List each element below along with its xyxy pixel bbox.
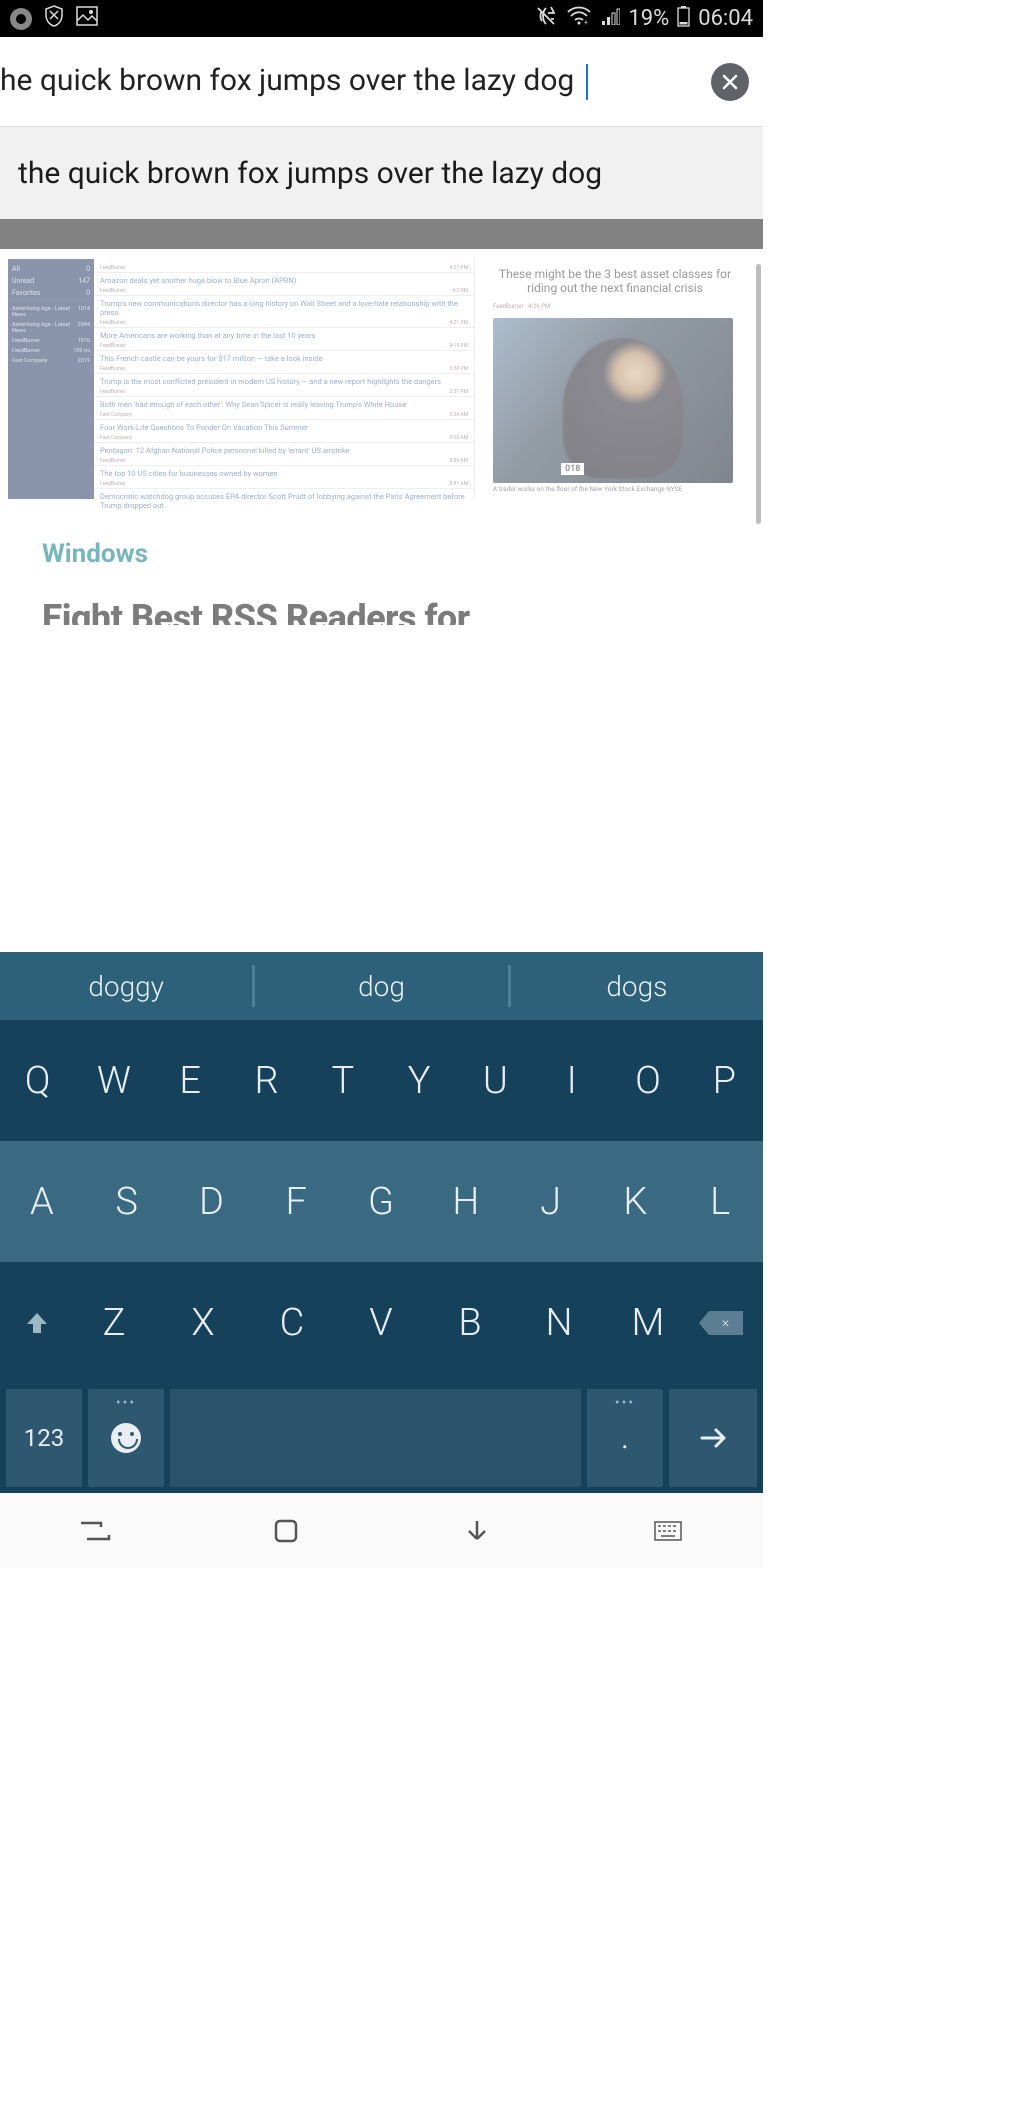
key-g[interactable]: G [339, 1180, 424, 1224]
text-cursor [586, 64, 588, 100]
vibrate-icon [534, 5, 558, 33]
key-m[interactable]: M [604, 1301, 693, 1345]
shift-key[interactable] [4, 1310, 70, 1336]
kb-suggestion[interactable]: dogs [511, 970, 763, 1003]
key-q[interactable]: Q [0, 1059, 76, 1103]
key-w[interactable]: W [76, 1059, 152, 1103]
feed-list: FeedBurner4:27 PM Amazon deals yet anoth… [94, 259, 475, 499]
kb-suggestion[interactable]: doggy [0, 970, 252, 1003]
preview-source: FeedBurner · 4:26 PM [493, 303, 737, 310]
enter-key[interactable] [669, 1389, 757, 1487]
kb-suggestion[interactable]: dog [255, 970, 507, 1003]
key-h[interactable]: H [424, 1180, 509, 1224]
key-i[interactable]: I [534, 1059, 610, 1103]
key-c[interactable]: C [248, 1301, 337, 1345]
preview-title: These might be the 3 best asset classes … [493, 259, 737, 299]
key-e[interactable]: E [153, 1059, 229, 1103]
key-j[interactable]: J [509, 1180, 594, 1224]
back-button[interactable] [453, 1507, 501, 1555]
wifi-icon: + [566, 6, 592, 32]
battery-percent: 19% [628, 6, 669, 31]
status-right: + 19% 06:04 [534, 5, 753, 33]
key-p[interactable]: P [687, 1059, 763, 1103]
period-key[interactable]: ••• . [587, 1389, 663, 1487]
page-header-bar [0, 219, 763, 249]
space-key[interactable] [170, 1389, 581, 1487]
signal-icon [600, 6, 620, 31]
record-indicator-icon [10, 8, 32, 30]
key-b[interactable]: B [426, 1301, 515, 1345]
home-button[interactable] [262, 1507, 310, 1555]
key-x[interactable]: X [159, 1301, 248, 1345]
dots-icon: ••• [615, 1395, 635, 1411]
dots-icon: ••• [116, 1395, 136, 1411]
recents-button[interactable] [71, 1507, 119, 1555]
key-l[interactable]: L [678, 1180, 763, 1224]
kb-row-2: A S D F G H J K L [0, 1141, 763, 1262]
keyboard-switch-button[interactable] [644, 1507, 692, 1555]
kb-row-3: Z X C V B N M × [0, 1262, 763, 1383]
numeric-key[interactable]: 123 [6, 1389, 82, 1487]
key-k[interactable]: K [593, 1180, 678, 1224]
scrollbar-thumb[interactable] [756, 264, 761, 524]
image-icon [76, 6, 98, 32]
key-n[interactable]: N [515, 1301, 604, 1345]
key-d[interactable]: D [170, 1180, 255, 1224]
key-t[interactable]: T [305, 1059, 381, 1103]
key-r[interactable]: R [229, 1059, 305, 1103]
kb-row-4: 123 ••• ••• . [0, 1383, 763, 1493]
article-category[interactable]: Windows [42, 539, 721, 569]
system-nav-bar [0, 1493, 763, 1568]
kb-row-1: Q W E R T Y U I O P [0, 1020, 763, 1141]
key-o[interactable]: O [610, 1059, 686, 1103]
key-y[interactable]: Y [381, 1059, 457, 1103]
article-headline: Eight Best RSS Readers for [42, 597, 721, 625]
clear-button[interactable] [711, 63, 749, 101]
suggestion-text: the quick brown fox jumps over the lazy … [18, 156, 602, 191]
status-left [10, 5, 98, 33]
preview-image: 018 [493, 318, 733, 483]
preview-caption: A trader works on the floor of the New Y… [493, 485, 737, 493]
battery-icon [677, 5, 690, 33]
page-content: All0 Unread147 Favorites0 Advertising Ag… [0, 219, 763, 952]
soft-keyboard: doggy dog dogs Q W E R T Y U I O P A S D… [0, 952, 763, 1493]
key-f[interactable]: F [254, 1180, 339, 1224]
status-bar: + 19% 06:04 [0, 0, 763, 37]
url-bar: he quick brown fox jumps over the lazy d… [0, 37, 763, 127]
key-u[interactable]: U [458, 1059, 534, 1103]
search-suggestion[interactable]: the quick brown fox jumps over the lazy … [0, 127, 763, 219]
clock-time: 06:04 [698, 6, 753, 31]
image-badge: 018 [561, 463, 584, 475]
url-input[interactable]: he quick brown fox jumps over the lazy d… [0, 63, 711, 100]
feed-sidebar: All0 Unread147 Favorites0 Advertising Ag… [8, 259, 94, 499]
url-text: he quick brown fox jumps over the lazy d… [0, 63, 574, 98]
key-z[interactable]: Z [70, 1301, 159, 1345]
key-v[interactable]: V [337, 1301, 426, 1345]
emoji-icon [111, 1423, 141, 1453]
svg-text:+: + [584, 19, 588, 26]
key-a[interactable]: A [0, 1180, 85, 1224]
backspace-key[interactable]: × [693, 1311, 759, 1335]
keyboard-suggestions: doggy dog dogs [0, 952, 763, 1020]
key-s[interactable]: S [85, 1180, 170, 1224]
emoji-key[interactable]: ••• [88, 1389, 164, 1487]
article-preview: These might be the 3 best asset classes … [475, 259, 755, 499]
shield-icon [44, 5, 64, 33]
